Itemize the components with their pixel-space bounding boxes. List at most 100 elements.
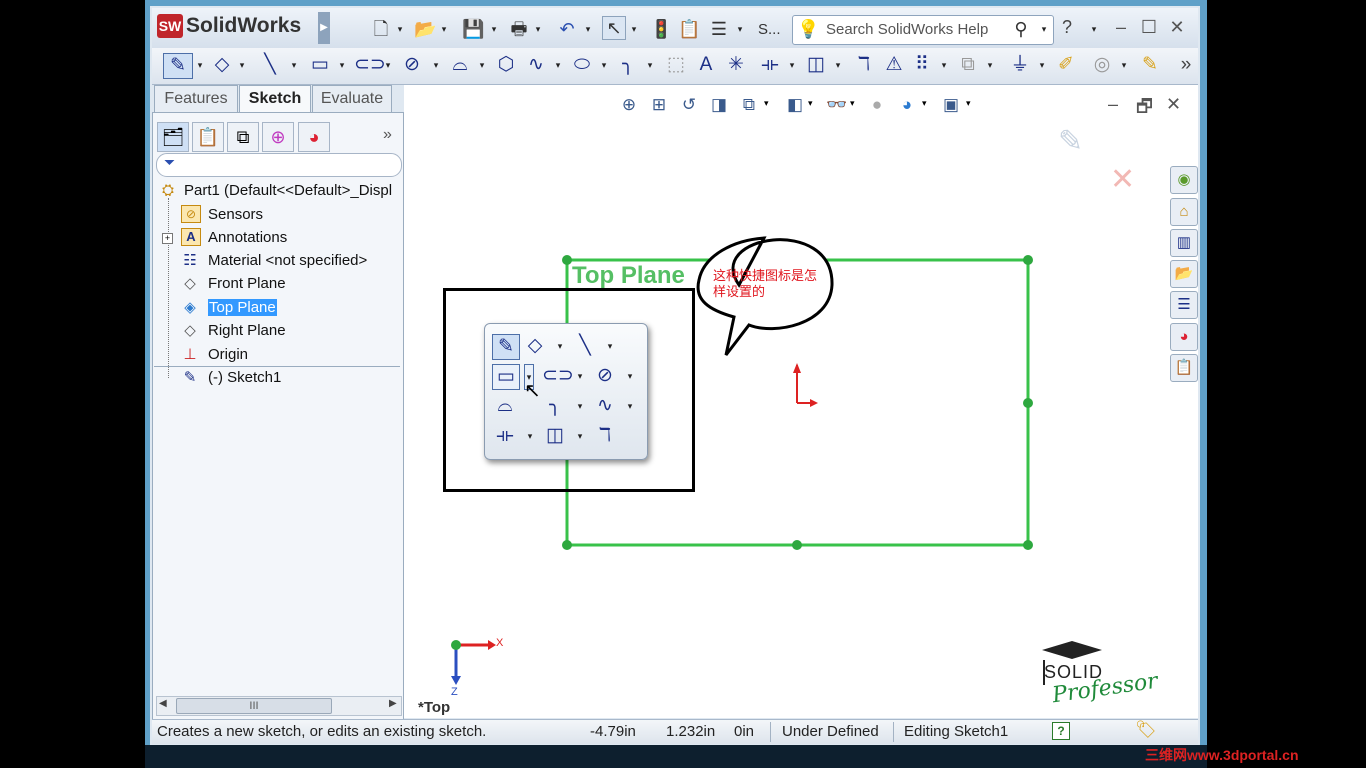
line-icon[interactable]: ╲ [258,53,282,77]
sc-spline-icon[interactable]: ∿ [592,394,618,418]
move-entities-icon[interactable]: ⧉ [956,53,980,77]
undo-icon[interactable]: ↶ [556,18,578,40]
search-dropdown[interactable]: ▾ [1040,18,1048,40]
sketch-point[interactable] [562,540,572,550]
text-icon[interactable]: A [694,53,718,77]
property-manager-icon[interactable]: 📋 [192,122,224,152]
snaps-dropdown[interactable]: ▾ [1120,53,1128,77]
select-dropdown[interactable]: ▾ [630,18,638,40]
sc-arc-icon[interactable]: ⌓ [492,394,518,418]
new-document-icon[interactable]: 🗋 [370,18,392,40]
rebuild-traffic-light-icon[interactable]: 🚦 [650,18,672,40]
sc-fillet-dropdown[interactable]: ▾ [576,394,584,418]
sc-fillet-icon[interactable]: ╮ [542,394,568,418]
sc-line-icon[interactable]: ╲ [572,334,598,358]
more-tools-chevron-icon[interactable]: » [1174,53,1198,77]
save-icon[interactable]: 💾 [462,18,484,40]
pattern-dropdown[interactable]: ▾ [940,53,948,77]
sc-smart-dimension-icon[interactable]: ◇ [522,334,548,358]
trim-dropdown[interactable]: ▾ [788,53,796,77]
display-relations-icon[interactable]: ⏚ [1008,53,1032,77]
line-dropdown[interactable]: ▾ [290,53,298,77]
repair-sketch-icon[interactable]: ✐ [1054,53,1078,77]
tree-item-top-plane[interactable]: Top Plane [208,299,277,316]
tree-item-sketch1[interactable]: (-) Sketch1 [208,369,281,386]
rollback-bar[interactable] [154,366,400,367]
file-properties-icon[interactable]: 📋 [678,18,700,40]
panel-expand-chevron-icon[interactable]: » [383,126,392,144]
tab-features[interactable]: Features [154,85,238,112]
arc-icon[interactable]: ⌓ [448,53,472,77]
tab-sketch[interactable]: Sketch [239,85,311,112]
fillet-dropdown[interactable]: ▾ [646,53,654,77]
tree-root-part[interactable]: Part1 (Default<<Default>_Displ [184,182,392,199]
sketch-point[interactable] [1023,398,1033,408]
sc-circle-icon[interactable]: ⊘ [592,364,618,388]
open-folder-icon[interactable]: 📂 [414,18,436,40]
sketch-point[interactable] [1023,540,1033,550]
slot-dropdown[interactable]: ▾ [384,53,392,77]
relations-dropdown[interactable]: ▾ [1038,53,1046,77]
minimize-button[interactable]: – [1110,15,1132,39]
tree-item-right-plane[interactable]: Right Plane [208,322,286,339]
sc-trim-icon[interactable]: ⟛ [492,424,518,448]
plane-sketch-icon[interactable]: ⬚ [664,53,688,77]
sketch-point[interactable] [1023,255,1033,265]
help-dropdown[interactable]: ▾ [1090,18,1098,40]
trim-icon[interactable]: ⟛ [758,53,782,77]
dimxpert-icon[interactable]: ⊕ [262,122,294,152]
arc-dropdown[interactable]: ▾ [478,53,486,77]
sc-line-dropdown[interactable]: ▾ [606,334,614,358]
options-icon[interactable]: ☰ [708,18,730,40]
sc-convert-dropdown[interactable]: ▾ [576,424,584,448]
slot-icon[interactable]: ⊂⊃ [354,53,386,77]
maximize-button[interactable]: ☐ [1138,15,1160,39]
rectangle-icon[interactable]: ▭ [308,53,332,77]
sketch-point[interactable] [792,540,802,550]
tree-item-sensors[interactable]: Sensors [208,206,263,223]
circle-dropdown[interactable]: ▾ [432,53,440,77]
convert-entities-icon[interactable]: ◫ [804,53,828,77]
quick-snaps-icon[interactable]: ◎ [1090,53,1114,77]
options-dropdown[interactable]: ▾ [736,18,744,40]
spline-dropdown[interactable]: ▾ [554,53,562,77]
quick-tips-help-icon[interactable]: ? [1052,722,1070,740]
tree-item-material[interactable]: Material <not specified> [208,252,367,269]
tree-item-front-plane[interactable]: Front Plane [208,275,286,292]
rapid-sketch-icon[interactable]: ✎ [1138,53,1162,77]
sc-convert-entities-icon[interactable]: ◫ [542,424,568,448]
menu-expand-arrow[interactable]: ▶ [318,12,330,44]
sc-slot-icon[interactable]: ⊂⊃ [542,364,574,388]
search-input[interactable]: Search SolidWorks Help [826,21,988,38]
print-icon[interactable]: 🖶 [508,18,530,40]
rebuild-tag-icon[interactable]: 🏷 [1135,720,1157,740]
tab-evaluate[interactable]: Evaluate [312,85,392,112]
convert-dropdown[interactable]: ▾ [834,53,842,77]
sketch-point[interactable] [562,255,572,265]
print-dropdown[interactable]: ▾ [534,18,542,40]
app-logo[interactable]: SW SolidWorks [157,14,322,44]
new-dropdown[interactable]: ▾ [396,18,404,40]
tree-filter-input[interactable] [156,153,402,177]
sc-slot-dropdown[interactable]: ▾ [576,364,584,388]
select-cursor-icon[interactable]: ↖ [602,16,626,40]
sc-circle-dropdown[interactable]: ▾ [626,364,634,388]
sc-spline-dropdown[interactable]: ▾ [626,394,634,418]
rectangle-dropdown[interactable]: ▾ [338,53,346,77]
expand-annotations-toggle[interactable]: + [162,233,173,244]
sc-rectangle-icon[interactable]: ▭ [492,364,520,390]
spline-icon[interactable]: ∿ [524,53,548,77]
circle-icon[interactable]: ⊘ [400,53,424,77]
display-manager-icon[interactable]: ◕ [298,122,330,152]
undo-dropdown[interactable]: ▾ [584,18,592,40]
save-dropdown[interactable]: ▾ [490,18,498,40]
sc-trim-dropdown[interactable]: ▾ [526,424,534,448]
smart-dimension-icon[interactable]: ◇ [210,53,234,77]
help-icon[interactable]: ? [1062,17,1072,38]
sketch-tool-dropdown[interactable]: ▾ [196,53,204,77]
scrollbar-thumb[interactable]: III [176,698,332,714]
ellipse-dropdown[interactable]: ▾ [600,53,608,77]
offset-entities-icon[interactable]: ℸ [852,53,876,77]
sc-offset-entities-icon[interactable]: ℸ [592,424,618,448]
ellipse-icon[interactable]: ⬭ [570,53,594,77]
